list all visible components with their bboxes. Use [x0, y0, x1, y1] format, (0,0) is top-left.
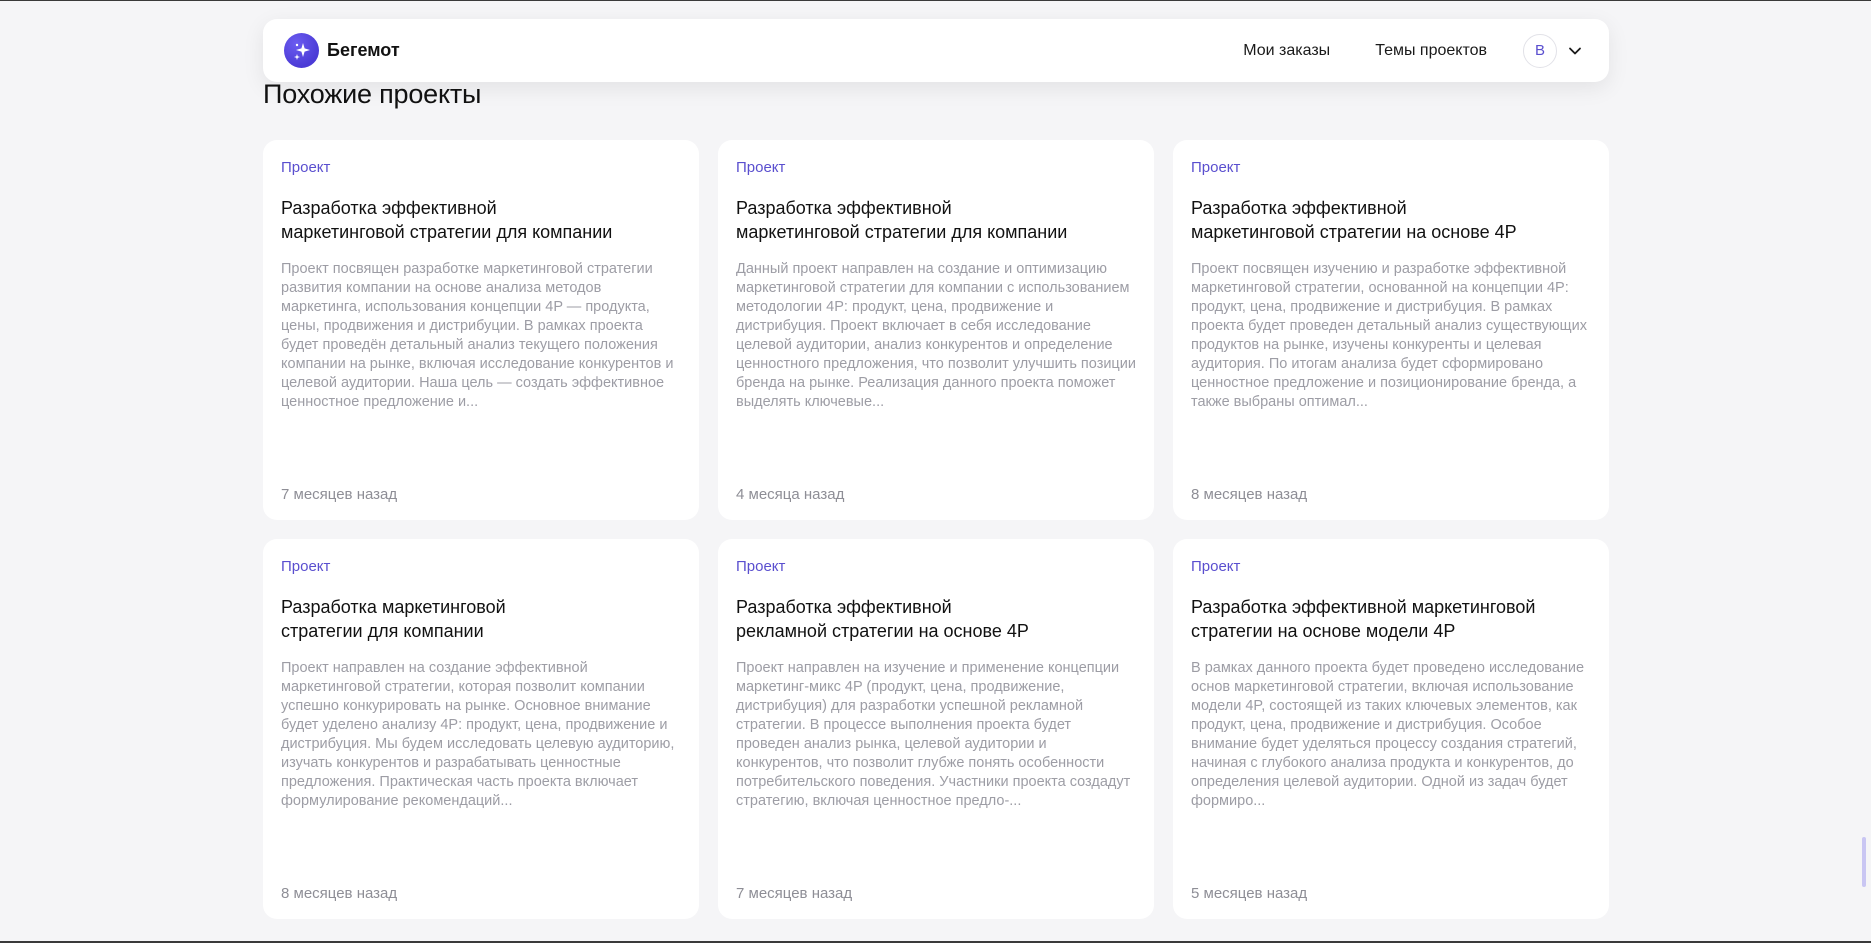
project-card[interactable]: Проект Разработка эффективной маркетингов… — [718, 140, 1154, 520]
project-card[interactable]: Проект Разработка эффективной маркетингов… — [263, 140, 699, 520]
card-title-line: Разработка эффективной маркетинговой — [1191, 597, 1536, 617]
card-description: Проект посвящен разработке маркетинговой… — [281, 261, 674, 410]
card-title-line: Разработка эффективной — [736, 597, 952, 617]
sparkle-icon — [284, 33, 319, 68]
card-description: В рамках данного проекта будет проведено… — [1191, 660, 1585, 809]
card-title[interactable]: Разработка эффективной маркетинговой стра… — [281, 196, 681, 244]
card-description: Данный проект направлен на создание и оп… — [736, 261, 1136, 410]
card-description: Проект направлен на изучение и применени… — [736, 660, 1131, 809]
avatar[interactable]: В — [1523, 33, 1557, 68]
card-title-line: маркетинговой стратегии на основе 4P — [1191, 222, 1517, 242]
card-title[interactable]: Разработка эффективной маркетинговой стра… — [1191, 196, 1591, 244]
card-title[interactable]: Разработка эффективной маркетинговой стра… — [736, 196, 1136, 244]
card-type: Проект — [281, 558, 331, 575]
card-title[interactable]: Разработка маркетинговой стратегии для ко… — [281, 595, 681, 643]
project-card[interactable]: Проект Разработка эффективной рекламной с… — [718, 539, 1154, 919]
scrollbar-thumb[interactable] — [1862, 837, 1866, 887]
brand-name: Бегемот — [327, 40, 400, 60]
card-title[interactable]: Разработка эффективной маркетинговой стра… — [1191, 595, 1591, 643]
nav-project-topics[interactable]: Темы проектов — [1375, 42, 1487, 60]
card-title-line: Разработка эффективной — [1191, 198, 1407, 218]
card-title-line: Разработка маркетинговой — [281, 597, 506, 617]
brand-logo[interactable]: Бегемот — [284, 33, 400, 68]
card-description: Проект направлен на создание эффективной… — [281, 660, 675, 809]
card-title-line: Разработка эффективной — [281, 198, 497, 218]
card-title[interactable]: Разработка эффективной рекламной стратеги… — [736, 595, 1136, 643]
card-description: Проект посвящен изучению и разработке эф… — [1191, 261, 1587, 410]
card-title-line: маркетинговой стратегии для компании — [736, 222, 1068, 242]
card-title-line: маркетинговой стратегии для компании — [281, 222, 613, 242]
user-menu[interactable]: В — [1523, 33, 1583, 68]
project-card[interactable]: Проект Разработка эффективной маркетингов… — [1173, 140, 1609, 520]
card-timestamp: 8 месяцев назад — [281, 885, 398, 902]
projects-grid: Проект Разработка эффективной маркетингов… — [263, 140, 1609, 919]
card-title-line: рекламной стратегии на основе 4P — [736, 621, 1029, 641]
project-card[interactable]: Проект Разработка маркетинговой стратегии… — [263, 539, 699, 919]
section-title: Похожие проекты — [263, 79, 482, 109]
card-timestamp: 5 месяцев назад — [1191, 885, 1308, 902]
card-timestamp: 8 месяцев назад — [1191, 486, 1308, 503]
card-title-line: стратегии для компании — [281, 621, 484, 641]
card-type: Проект — [1191, 159, 1241, 176]
nav-my-orders[interactable]: Мои заказы — [1243, 42, 1330, 60]
card-timestamp: 7 месяцев назад — [281, 486, 398, 503]
project-card[interactable]: Проект Разработка эффективной маркетинго… — [1173, 539, 1609, 919]
card-type: Проект — [736, 558, 786, 575]
chevron-down-icon[interactable] — [1567, 43, 1583, 59]
card-type: Проект — [736, 159, 786, 176]
card-title-line: Разработка эффективной — [736, 198, 952, 218]
card-timestamp: 4 месяца назад — [736, 486, 845, 503]
card-timestamp: 7 месяцев назад — [736, 885, 853, 902]
card-title-line: стратегии на основе модели 4P — [1191, 621, 1456, 641]
card-type: Проект — [1191, 558, 1241, 575]
card-type: Проект — [281, 159, 331, 176]
top-navbar: Бегемот Мои заказы Темы проектов В — [263, 19, 1609, 82]
main-nav: Мои заказы Темы проектов В — [1243, 33, 1583, 68]
